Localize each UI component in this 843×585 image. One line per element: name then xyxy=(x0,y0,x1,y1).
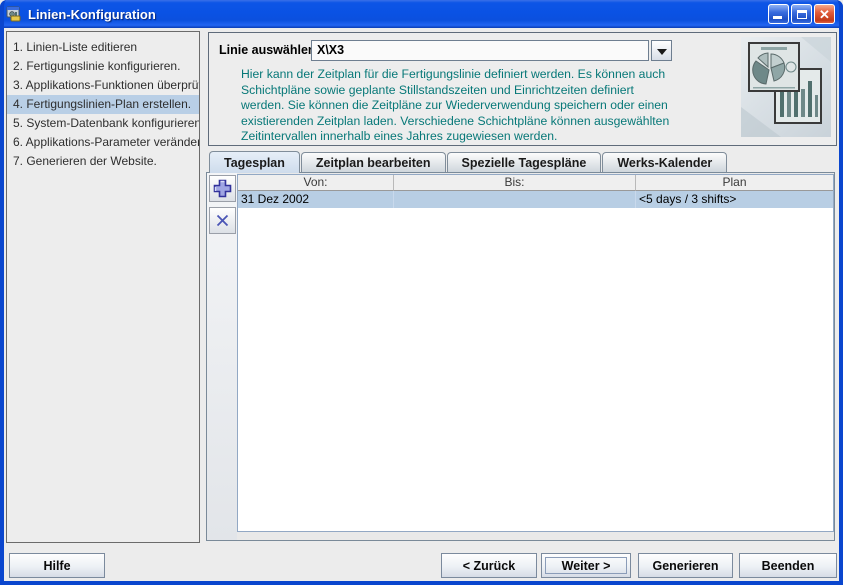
app-icon xyxy=(6,6,21,22)
wizard-steps-sidebar: 1. Linien-Liste editieren 2. Fertigungsl… xyxy=(6,31,200,543)
schedule-tabpane: Tagesplan Zeitplan bearbeiten Spezielle … xyxy=(205,150,837,543)
table-row[interactable]: 31 Dez 2002 <5 days / 3 shifts> xyxy=(238,191,833,208)
line-select-label: Linie auswählen: xyxy=(219,43,320,57)
table-toolbar xyxy=(207,173,237,540)
table-header-row: Von: Bis: Plan xyxy=(238,175,833,191)
window-content: 1. Linien-Liste editieren 2. Fertigungsl… xyxy=(4,28,839,581)
tab-spezielle-tagesplaene[interactable]: Spezielle Tagespläne xyxy=(446,152,602,172)
cell-von[interactable]: 31 Dez 2002 xyxy=(238,191,394,208)
sidebar-item-step6[interactable]: 6. Applikations-Parameter verändern xyxy=(7,133,199,152)
exit-button[interactable]: Beenden xyxy=(739,553,837,578)
minimize-glyph xyxy=(773,16,782,19)
description-line: Schichtpläne sowie geplante Stillstandsz… xyxy=(241,82,634,97)
column-header-bis[interactable]: Bis: xyxy=(394,175,636,191)
sidebar-item-step1[interactable]: 1. Linien-Liste editieren xyxy=(7,38,199,57)
minimize-icon[interactable] xyxy=(768,4,789,24)
generate-button[interactable]: Generieren xyxy=(638,553,733,578)
tab-zeitplan-bearbeiten[interactable]: Zeitplan bearbeiten xyxy=(300,152,446,172)
description-line: Zeitintervallen innerhalb eines Jahres z… xyxy=(241,129,558,144)
chevron-down-icon xyxy=(657,49,667,55)
delete-row-button[interactable] xyxy=(209,207,236,234)
cell-bis[interactable] xyxy=(394,191,636,208)
back-button[interactable]: < Zurück xyxy=(441,553,537,578)
sidebar-item-step2[interactable]: 2. Fertigungslinie konfigurieren. xyxy=(7,57,199,76)
close-glyph: ✕ xyxy=(819,7,830,22)
line-select-combobox[interactable]: X\X3 xyxy=(311,40,649,61)
help-button[interactable]: Hilfe xyxy=(9,553,105,578)
plus-icon xyxy=(213,179,232,198)
description-line: Hier kann der Zeitplan für die Fertigung… xyxy=(241,67,666,81)
cell-plan[interactable]: <5 days / 3 shifts> xyxy=(636,191,833,208)
tab-content: Von: Bis: Plan 31 Dez 2002 <5 days / 3 s… xyxy=(206,172,835,541)
charts-illustration xyxy=(741,37,831,137)
description-text: Hier kann der Zeitplan für die Fertigung… xyxy=(241,67,756,145)
charts-illustration-image xyxy=(741,37,831,137)
combo-dropdown-button[interactable] xyxy=(651,40,672,61)
line-select-panel: Linie auswählen: X\X3 Hier kann der Zeit… xyxy=(208,32,837,146)
maximize-glyph xyxy=(797,10,807,19)
window-title: Linien-Konfiguration xyxy=(28,6,156,22)
sidebar-item-step7[interactable]: 7. Generieren der Website. xyxy=(7,152,199,171)
tab-werks-kalender[interactable]: Werks-Kalender xyxy=(602,152,728,172)
titlebar: Linien-Konfiguration ✕ xyxy=(0,0,843,28)
add-row-button[interactable] xyxy=(209,175,236,202)
column-header-plan[interactable]: Plan xyxy=(636,175,833,191)
sidebar-item-step5[interactable]: 5. System-Datenbank konfigurieren xyxy=(7,114,199,133)
tab-strip: Tagesplan Zeitplan bearbeiten Spezielle … xyxy=(209,150,728,173)
column-header-von[interactable]: Von: xyxy=(238,175,394,191)
delete-x-icon xyxy=(216,214,229,227)
app-window: Linien-Konfiguration ✕ 1. Linien-Liste e… xyxy=(0,0,843,585)
next-button[interactable]: Weiter > xyxy=(541,553,631,578)
description-line: werden. Sie können die Zeitpläne zur Wie… xyxy=(241,98,668,113)
schedule-table: Von: Bis: Plan 31 Dez 2002 <5 days / 3 s… xyxy=(237,174,834,532)
close-icon[interactable]: ✕ xyxy=(814,4,835,24)
maximize-icon[interactable] xyxy=(791,4,812,24)
description-line: existierenden Zeitplan laden. Verschiede… xyxy=(241,113,670,128)
tab-tagesplan[interactable]: Tagesplan xyxy=(209,151,300,173)
sidebar-item-step4[interactable]: 4. Fertigungslinien-Plan erstellen. xyxy=(7,95,199,114)
sidebar-item-step3[interactable]: 3. Applikations-Funktionen überprüfen xyxy=(7,76,199,95)
